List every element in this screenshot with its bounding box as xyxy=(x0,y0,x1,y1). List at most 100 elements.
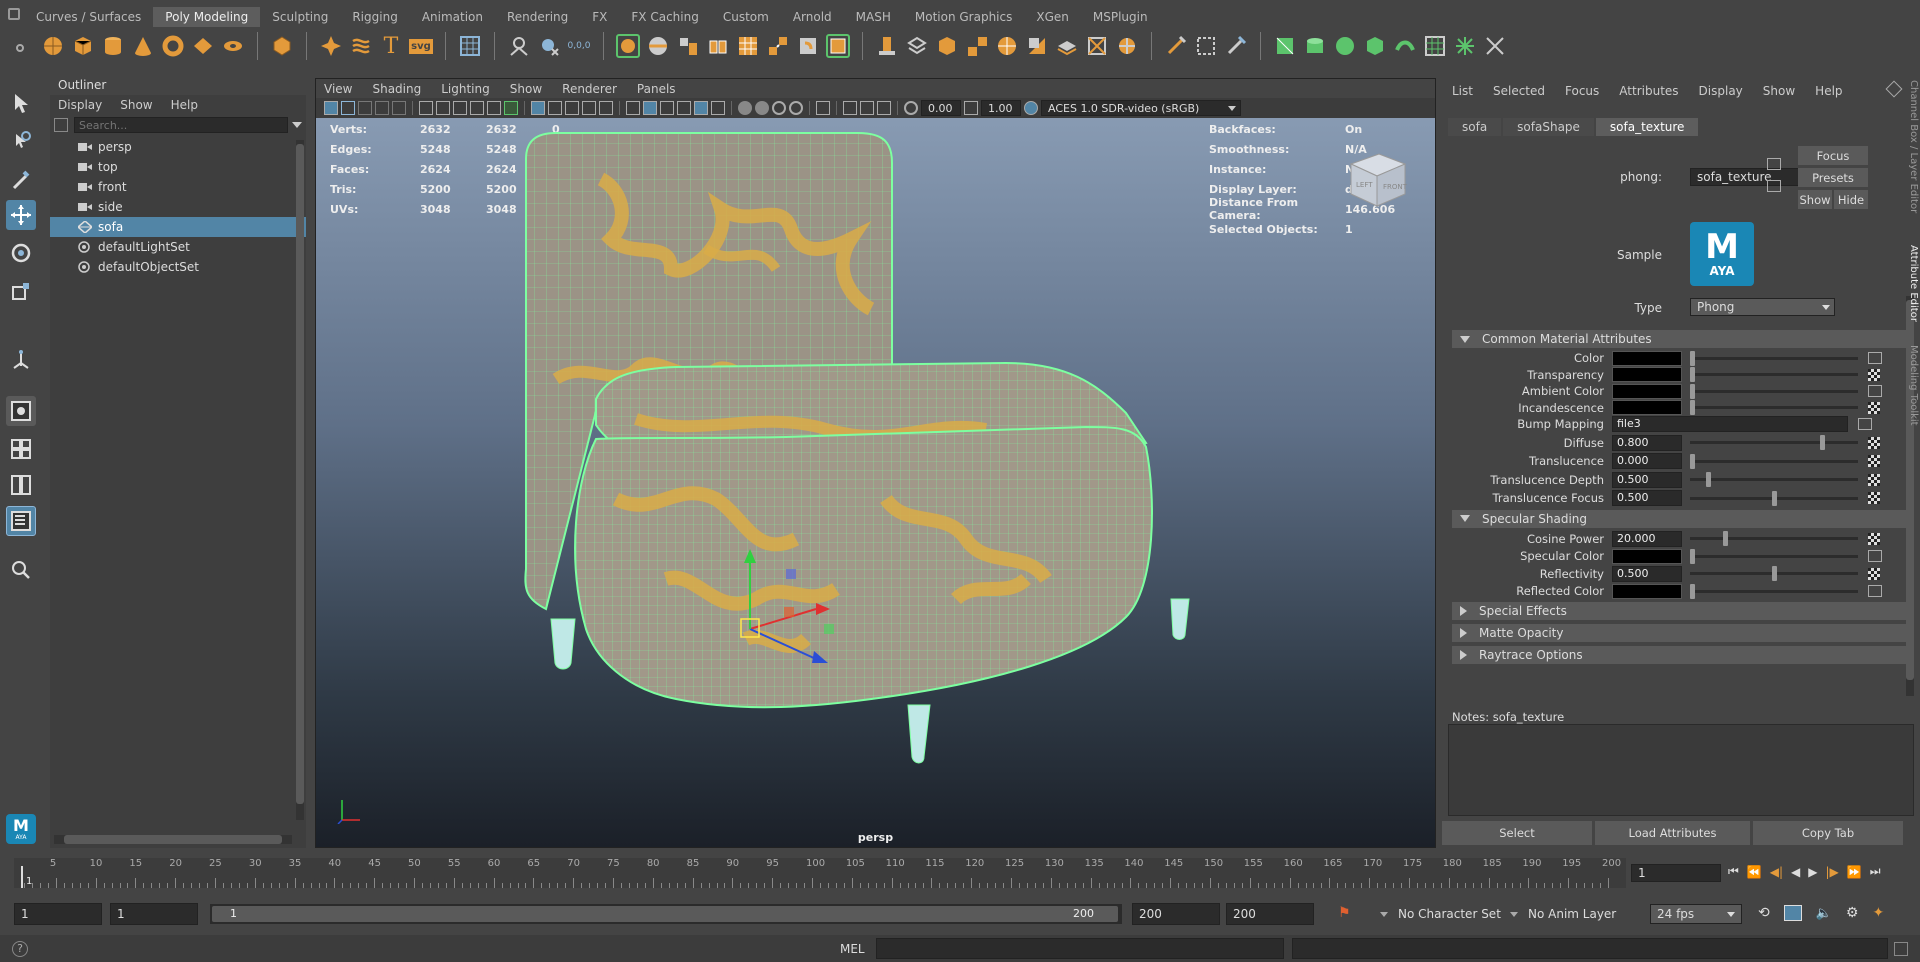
range-slider-thumb[interactable] xyxy=(212,906,1118,922)
section-specular-shading[interactable]: Specular Shading xyxy=(1452,509,1914,528)
shadows-icon[interactable] xyxy=(711,101,725,115)
attr-slider[interactable] xyxy=(1690,367,1858,382)
outliner-menu-help[interactable]: Help xyxy=(171,98,198,112)
slider-handle[interactable] xyxy=(1772,490,1777,506)
outliner-item-sofa[interactable]: sofa xyxy=(50,217,306,237)
lasso-tool-icon[interactable] xyxy=(6,126,36,156)
current-time-marker[interactable] xyxy=(21,866,23,888)
show-button[interactable]: Show xyxy=(1798,190,1832,209)
attr-slider[interactable] xyxy=(1690,435,1858,450)
ae-menu-show[interactable]: Show xyxy=(1763,84,1795,98)
shelf-tab-arnold[interactable]: Arnold xyxy=(781,7,844,27)
color-swatch[interactable] xyxy=(1612,350,1682,366)
shelf-tab-poly-modeling[interactable]: Poly Modeling xyxy=(153,7,261,27)
extrude-icon[interactable] xyxy=(875,34,899,58)
frame-selected-icon[interactable] xyxy=(877,101,891,115)
slider-handle[interactable] xyxy=(1706,472,1711,487)
camera-sequencer-icon[interactable] xyxy=(843,101,857,115)
attr-number-field[interactable]: 0.000 xyxy=(1612,453,1682,469)
time-slider[interactable]: 1 5 10 15 20 25 30 35 40 45 50 55 60 65 70 75 80 85 90 95 1… xyxy=(14,858,1626,888)
shelf-tab-curves-surfaces[interactable]: Curves / Surfaces xyxy=(24,7,153,27)
attr-slider[interactable] xyxy=(1690,400,1858,415)
play-back-icon[interactable]: ◀ xyxy=(1791,865,1800,879)
uv-automatic-icon[interactable] xyxy=(1363,34,1387,58)
outliner-vscroll[interactable] xyxy=(296,140,304,820)
anti-alias-icon[interactable] xyxy=(772,101,786,115)
attr-number-field[interactable]: 0.800 xyxy=(1612,434,1682,451)
select-button[interactable]: Select xyxy=(1442,821,1592,845)
load-attributes-button[interactable]: Load Attributes xyxy=(1595,821,1750,845)
crease-icon[interactable] xyxy=(1194,34,1218,58)
end-time-field[interactable]: 200 xyxy=(1226,903,1314,925)
attr-slider[interactable] xyxy=(1690,472,1858,487)
slider-handle[interactable] xyxy=(1690,583,1695,599)
ae-menu-attributes[interactable]: Attributes xyxy=(1619,84,1678,98)
section-common-material[interactable]: Common Material Attributes xyxy=(1452,330,1914,348)
slider-handle[interactable] xyxy=(1690,350,1695,366)
attr-number-field[interactable]: 0.500 xyxy=(1612,565,1682,582)
search-icon[interactable] xyxy=(6,555,36,585)
wireframe-on-shaded-icon[interactable] xyxy=(504,101,518,115)
outliner-item-top[interactable]: top xyxy=(50,157,306,177)
append-icon[interactable] xyxy=(796,34,820,58)
film-gate-icon[interactable] xyxy=(436,101,450,115)
attr-text-field[interactable]: file3 xyxy=(1612,416,1848,432)
bridge-edge-icon[interactable] xyxy=(935,34,959,58)
auto-key-icon[interactable]: ⚑ xyxy=(1338,905,1354,921)
go-to-start-icon[interactable]: ⏮ xyxy=(1728,864,1739,879)
step-back-key-icon[interactable]: ⏪ xyxy=(1747,865,1762,879)
platonic-icon[interactable] xyxy=(270,34,294,58)
two-d-pan-icon[interactable] xyxy=(392,101,406,115)
checker-map-icon[interactable] xyxy=(1868,532,1880,545)
slider-handle[interactable] xyxy=(1690,400,1695,415)
color-swatch[interactable] xyxy=(1612,583,1682,599)
viewport-menu-renderer[interactable]: Renderer xyxy=(562,82,617,96)
color-swatch[interactable] xyxy=(1612,367,1682,382)
poly-cone-icon[interactable] xyxy=(131,34,155,58)
insert-loop-icon[interactable] xyxy=(1055,34,1079,58)
outliner-hscroll[interactable] xyxy=(54,835,292,844)
uv-layout-icon[interactable] xyxy=(1423,34,1447,58)
move-tool-icon[interactable] xyxy=(6,200,36,230)
four-layout-icon[interactable] xyxy=(6,434,36,464)
combine-icon[interactable] xyxy=(616,34,640,58)
checker-map-icon[interactable] xyxy=(1868,436,1880,449)
presets-button[interactable]: Presets xyxy=(1798,168,1868,187)
slider-handle[interactable] xyxy=(1690,383,1695,399)
viewport-menu-panels[interactable]: Panels xyxy=(637,82,676,96)
anim-layer-select[interactable]: No Anim Layer xyxy=(1510,903,1640,925)
uv-spherical-icon[interactable] xyxy=(1333,34,1357,58)
checker-map-icon[interactable] xyxy=(1868,455,1880,467)
slider-handle[interactable] xyxy=(1820,435,1825,450)
section-matte-opacity[interactable]: Matte Opacity xyxy=(1452,623,1914,642)
shelf-tab-rendering[interactable]: Rendering xyxy=(495,7,580,27)
search-options-chevron-icon[interactable] xyxy=(292,122,302,128)
checker-map-icon[interactable] xyxy=(1868,401,1880,414)
shelf-tab-motion-graphics[interactable]: Motion Graphics xyxy=(903,7,1025,27)
slider-handle[interactable] xyxy=(1723,531,1728,546)
scale-tool-icon[interactable] xyxy=(6,276,36,306)
fps-select[interactable]: 24 fps xyxy=(1650,904,1742,924)
ae-tab-sofa[interactable]: sofa xyxy=(1448,118,1502,136)
side-tab-attribute-editor[interactable]: Attribute Editor xyxy=(1903,245,1919,335)
outliner-search-input[interactable] xyxy=(74,117,288,133)
safe-action-icon[interactable] xyxy=(548,101,562,115)
checker-map-icon[interactable] xyxy=(1868,473,1880,486)
rotate-tool-icon[interactable] xyxy=(6,238,36,268)
poke-icon[interactable] xyxy=(1085,34,1109,58)
select-camera-icon[interactable] xyxy=(324,101,338,115)
attr-slider[interactable] xyxy=(1690,531,1858,546)
uv-sew-icon[interactable] xyxy=(1483,34,1507,58)
sculpt-brush-icon[interactable] xyxy=(1164,34,1188,58)
color-swatch[interactable] xyxy=(1612,383,1682,399)
go-to-end-icon[interactable]: ⏭ xyxy=(1870,864,1881,879)
outliner-item-front[interactable]: front xyxy=(50,177,306,197)
notes-textarea[interactable] xyxy=(1448,724,1914,816)
start-time-field[interactable]: 1 xyxy=(14,903,102,925)
bevel-icon[interactable] xyxy=(905,34,929,58)
paint-select-icon[interactable] xyxy=(1224,34,1248,58)
pin-icon[interactable] xyxy=(1885,80,1903,98)
cache-icon[interactable] xyxy=(1783,905,1802,921)
poly-plane-icon[interactable] xyxy=(191,34,215,58)
attr-slider[interactable] xyxy=(1690,490,1858,506)
